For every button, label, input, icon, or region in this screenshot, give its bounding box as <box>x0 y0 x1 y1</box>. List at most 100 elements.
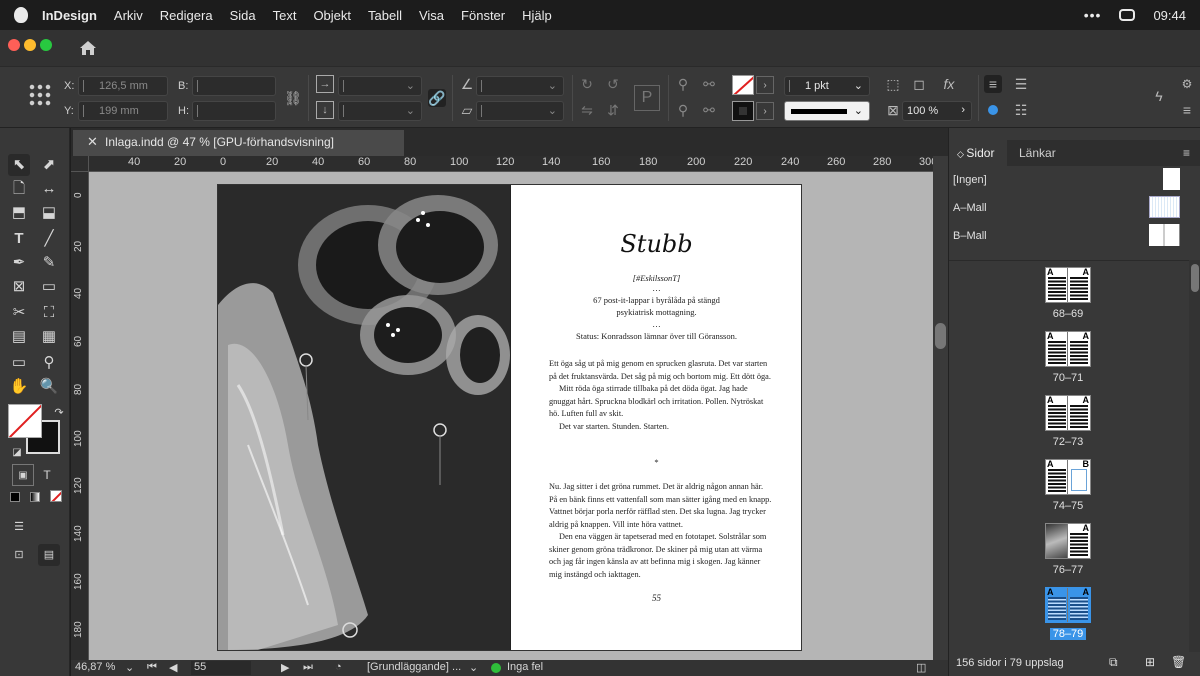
select-previous-icon[interactable]: ⚯ <box>700 101 718 119</box>
shadow-icon[interactable]: ◻ <box>910 75 928 93</box>
edit-page-size-icon[interactable]: ⧉ <box>1109 655 1118 670</box>
preflight-profile-icon[interactable]: ◔ <box>335 661 342 673</box>
scale-y-field[interactable]: ⌄ <box>338 101 422 121</box>
delete-page-icon[interactable]: 🗑 <box>1171 655 1186 669</box>
fill-none-swatch[interactable] <box>732 75 754 95</box>
previous-page-icon[interactable]: ◀ <box>169 661 177 674</box>
next-page-icon[interactable]: ▶ <box>281 661 289 674</box>
pen-tool-icon[interactable]: ✒ <box>8 252 30 274</box>
panel-menu-icon[interactable]: ≡ <box>1178 101 1196 119</box>
spread-label[interactable]: 70–71 <box>1035 372 1101 384</box>
spread-thumbnail[interactable]: A A <box>1045 395 1091 431</box>
master-a[interactable]: A–Mall <box>949 194 1189 222</box>
swap-colors-icon[interactable]: ↷ <box>48 402 70 424</box>
preflight-profile[interactable]: [Grundläggande] ... <box>367 661 461 673</box>
lightning-icon[interactable]: ϟ <box>1150 87 1168 105</box>
zoom-tool-icon[interactable]: 🔍 <box>38 376 60 398</box>
menu-text[interactable]: Text <box>273 8 297 23</box>
direct-selection-tool-icon[interactable]: ⬈ <box>38 154 60 176</box>
right-page[interactable]: Stubb [#EskilssonT] … 67 post-it-lappar … <box>510 185 801 650</box>
close-window-button[interactable] <box>8 39 20 51</box>
frame-fitting-icon[interactable]: ⬚ <box>884 75 902 93</box>
document-tab[interactable]: ✕ Inlaga.indd @ 47 % [GPU-förhandsvisnin… <box>73 130 404 156</box>
link-scale-icon[interactable]: 🔗 <box>428 89 446 107</box>
ruler-origin[interactable] <box>71 156 89 171</box>
close-tab-icon[interactable]: ✕ <box>87 134 98 150</box>
text-wrap-none-icon[interactable]: ≡ <box>984 75 1002 93</box>
left-page-image[interactable] <box>218 185 510 650</box>
y-field[interactable]: 199 mm <box>78 101 168 121</box>
pencil-tool-icon[interactable]: ✎ <box>38 252 60 274</box>
shear-field[interactable]: ⌄ <box>476 101 564 121</box>
spread-thumbnail[interactable]: A <box>1045 523 1091 559</box>
gradient-feather-tool-icon[interactable]: ▦ <box>38 326 60 348</box>
select-next-icon[interactable]: ⚯ <box>700 75 718 93</box>
note-tool-icon[interactable]: ▭ <box>8 352 30 374</box>
rotate-cw-icon[interactable]: ↻ <box>578 75 596 93</box>
flip-vertical-icon[interactable]: ⇵ <box>604 101 622 119</box>
width-field[interactable] <box>192 76 276 96</box>
menu-hjalp[interactable]: Hjälp <box>522 8 552 23</box>
stroke-weight-field[interactable]: 1 pkt ⌄ <box>784 76 870 96</box>
menu-fonster[interactable]: Fönster <box>461 8 505 23</box>
rectangle-frame-tool-icon[interactable]: ⊠ <box>8 276 30 298</box>
horizontal-ruler[interactable]: 40 20 0 20 40 60 80 100 120 140 160 180 … <box>71 156 933 172</box>
body-text-block-2[interactable]: Nu. Jag sitter i det gröna rummet. Det ä… <box>549 481 773 581</box>
scrollbar-thumb[interactable] <box>1191 264 1199 292</box>
pages-scrollbar[interactable] <box>1189 260 1200 652</box>
flip-horizontal-icon[interactable]: ⇋ <box>578 101 596 119</box>
spread-label[interactable]: 72–73 <box>1035 436 1101 448</box>
menu-visa[interactable]: Visa <box>419 8 444 23</box>
fill-color-box[interactable] <box>8 404 42 438</box>
formatting-text-icon[interactable]: T <box>36 464 58 486</box>
gap-tool-icon[interactable]: ↔ <box>38 178 60 200</box>
clock[interactable]: 09:44 <box>1153 8 1186 23</box>
hand-tool-icon[interactable]: ✋ <box>8 376 30 398</box>
default-colors-icon[interactable]: ◪ <box>6 442 28 464</box>
zoom-menu-icon[interactable]: ⌄ <box>125 661 134 674</box>
spread-thumbnail[interactable]: A B <box>1045 459 1091 495</box>
text-wrap-bbox-icon[interactable]: ☰ <box>1012 75 1030 93</box>
screen-mode-normal-icon[interactable]: ⊡ <box>8 544 30 566</box>
content-collector-icon[interactable]: ⬒ <box>8 202 30 224</box>
tab-links[interactable]: Länkar <box>1019 140 1056 166</box>
menu-tabell[interactable]: Tabell <box>368 8 402 23</box>
spread-thumbnail[interactable]: A A <box>1045 331 1091 367</box>
master-none[interactable]: [Ingen] <box>949 166 1189 194</box>
stroke-swatch[interactable] <box>732 101 754 121</box>
view-mode-icon[interactable]: ☰ <box>8 516 30 538</box>
content-placer-icon[interactable]: ⬓ <box>38 202 60 224</box>
line-tool-icon[interactable]: ╱ <box>38 228 60 250</box>
body-text-block-1[interactable]: Ett öga såg ut på mig genom en sprucken … <box>549 358 773 433</box>
status-line[interactable]: Status: Konradsson lämnar över till Göra… <box>511 331 802 342</box>
rectangle-tool-icon[interactable]: ▭ <box>38 276 60 298</box>
minimize-window-button[interactable] <box>24 39 36 51</box>
pasteboard[interactable]: Stubb [#EskilssonT] … 67 post-it-lappar … <box>89 172 933 660</box>
type-tool-icon[interactable]: T <box>8 228 30 250</box>
fill-menu-button[interactable]: › <box>756 76 774 94</box>
preflight-status[interactable]: Inga fel <box>507 661 543 673</box>
settings-gear-icon[interactable]: ⚙ <box>1178 75 1196 93</box>
scrollbar-thumb[interactable] <box>935 323 946 349</box>
stroke-menu-button[interactable]: › <box>756 102 774 120</box>
panel-options-icon[interactable]: ≡ <box>1183 140 1190 166</box>
chapter-title[interactable]: Stubb <box>511 230 802 258</box>
apple-icon[interactable] <box>14 7 28 23</box>
page-tool-icon[interactable]: 🗋 <box>8 178 30 200</box>
menu-redigera[interactable]: Redigera <box>160 8 213 23</box>
scissors-tool-icon[interactable]: ✂ <box>8 302 30 324</box>
page-spread[interactable]: Stubb [#EskilssonT] … 67 post-it-lappar … <box>217 184 802 651</box>
document-vertical-scrollbar[interactable] <box>933 156 948 660</box>
page-number-field[interactable]: 55 <box>191 661 251 675</box>
menu-objekt[interactable]: Objekt <box>313 8 351 23</box>
apply-color-icon[interactable] <box>10 492 20 502</box>
apply-gradient-icon[interactable] <box>30 492 40 502</box>
home-icon[interactable] <box>79 40 97 56</box>
height-field[interactable] <box>192 101 276 121</box>
apply-none-icon[interactable] <box>50 490 62 502</box>
eyedropper-tool-icon[interactable]: ⚲ <box>38 352 60 374</box>
distribute-objects-icon[interactable]: ☷ <box>1012 101 1030 119</box>
rotate-ccw-icon[interactable]: ↺ <box>604 75 622 93</box>
intro-line-1[interactable]: 67 post-it-lappar i byrålåda på stängd <box>511 295 802 306</box>
spread-label[interactable]: 74–75 <box>1035 500 1101 512</box>
